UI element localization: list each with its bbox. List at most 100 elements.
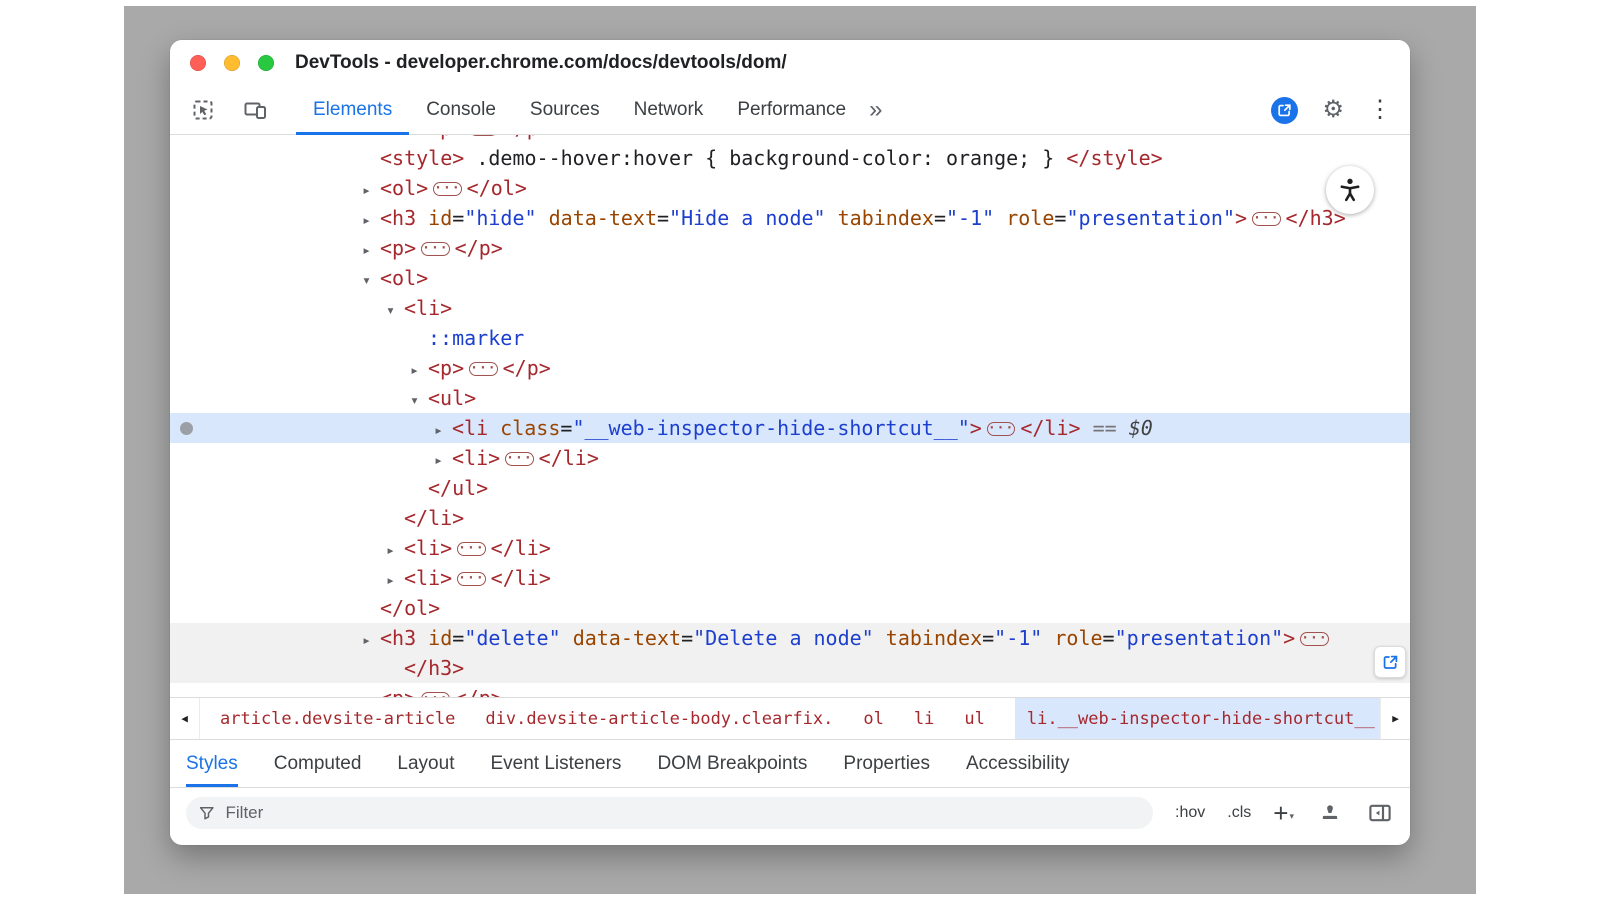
tree-row[interactable]: ▸<li class="__web-inspector-hide-shortcu… bbox=[170, 413, 1410, 443]
styles-filter-input[interactable] bbox=[224, 802, 1142, 824]
window-title: DevTools - developer.chrome.com/docs/dev… bbox=[295, 52, 787, 74]
devtools-menu-button[interactable]: ⋮ bbox=[1368, 98, 1392, 122]
sidebar-tab-event-listeners[interactable]: Event Listeners bbox=[490, 740, 621, 787]
expand-children-icon[interactable]: ··· bbox=[457, 572, 485, 586]
expand-children-icon[interactable]: ··· bbox=[1252, 212, 1280, 226]
element-classes-button[interactable]: .cls bbox=[1227, 804, 1251, 822]
breadcrumb-scroll-right-button[interactable]: ▶ bbox=[1380, 698, 1410, 739]
collapse-arrow-icon[interactable]: ▾ bbox=[410, 385, 428, 415]
breadcrumb-scroll-left-button[interactable]: ◀ bbox=[170, 698, 200, 739]
toolbar-left bbox=[186, 93, 272, 127]
sidebar-tabs: Styles Computed Layout Event Listeners DOM B… bbox=[170, 739, 1410, 788]
tab-performance[interactable]: Performance bbox=[720, 86, 863, 135]
minimize-window-button[interactable] bbox=[224, 55, 240, 71]
device-toolbar-button[interactable] bbox=[238, 93, 272, 127]
titlebar[interactable]: DevTools - developer.chrome.com/docs/dev… bbox=[170, 40, 1410, 86]
tree-row[interactable]: ▸<ol>···</ol> bbox=[170, 173, 1410, 203]
devtools-window: DevTools - developer.chrome.com/docs/dev… bbox=[170, 40, 1410, 845]
breadcrumb-item[interactable]: ol bbox=[863, 698, 883, 739]
tree-row[interactable]: ▸<p>···</p> bbox=[170, 135, 1410, 143]
tree-row[interactable]: ▾<ol> bbox=[170, 263, 1410, 293]
close-window-button[interactable] bbox=[190, 55, 206, 71]
extension-button[interactable] bbox=[1271, 97, 1298, 124]
toggle-sidebar-button[interactable] bbox=[1366, 799, 1394, 827]
tree-row[interactable]: ▸<p>···</p> bbox=[170, 353, 1410, 383]
window-controls bbox=[190, 40, 274, 86]
tree-row[interactable]: ::marker bbox=[170, 323, 1410, 353]
collapse-arrow-icon[interactable]: ▾ bbox=[362, 265, 380, 295]
expand-children-icon[interactable]: ··· bbox=[469, 362, 497, 376]
expand-children-icon[interactable]: ··· bbox=[505, 452, 533, 466]
expand-arrow-icon[interactable]: ▸ bbox=[362, 625, 380, 655]
breadcrumb-item[interactable]: article.devsite-article bbox=[220, 698, 455, 739]
toggle-element-state-button[interactable]: :hov bbox=[1175, 804, 1205, 822]
rendering-emulations-button[interactable] bbox=[1316, 799, 1344, 827]
expand-arrow-icon[interactable]: ▸ bbox=[434, 415, 452, 445]
expand-arrow-icon[interactable]: ▸ bbox=[386, 535, 404, 565]
expand-arrow-icon[interactable]: ▸ bbox=[362, 205, 380, 235]
device-toolbar-icon bbox=[243, 98, 267, 122]
collapse-arrow-icon[interactable]: ▾ bbox=[386, 295, 404, 325]
panel-tabs: ElementsConsoleSourcesNetworkPerformance bbox=[296, 86, 863, 135]
tree-row[interactable]: ▸<h3 id="hide" data-text="Hide a node" t… bbox=[170, 203, 1410, 233]
expand-children-icon[interactable]: ··· bbox=[457, 542, 485, 556]
floating-inspect-button[interactable] bbox=[1374, 646, 1406, 678]
expand-arrow-icon[interactable]: ▸ bbox=[362, 175, 380, 205]
expand-arrow-icon[interactable]: ▸ bbox=[386, 565, 404, 595]
marker-dot-icon bbox=[180, 422, 193, 435]
settings-button[interactable]: ⚙ bbox=[1322, 98, 1344, 122]
expand-arrow-icon[interactable]: ▸ bbox=[362, 685, 380, 697]
tree-row[interactable]: </li> bbox=[170, 503, 1410, 533]
plus-icon: + bbox=[1273, 800, 1288, 826]
expand-children-icon[interactable]: ··· bbox=[421, 692, 449, 698]
breadcrumb-item[interactable]: li.__web-inspector-hide-shortcut__ bbox=[1015, 698, 1380, 739]
expand-children-icon[interactable]: ··· bbox=[1300, 632, 1328, 646]
accessibility-overlay-button[interactable] bbox=[1326, 166, 1374, 214]
tree-row[interactable]: ▸<p>···</p> bbox=[170, 683, 1410, 697]
scroll-right-icon: ▶ bbox=[1392, 712, 1399, 725]
tab-elements[interactable]: Elements bbox=[296, 86, 409, 135]
styles-filter[interactable] bbox=[186, 797, 1153, 829]
tree-row[interactable]: ▸<p>···</p> bbox=[170, 233, 1410, 263]
breadcrumb-item[interactable]: div.devsite-article-body.clearfix. bbox=[485, 698, 833, 739]
inspect-element-button[interactable] bbox=[186, 93, 220, 127]
tree-row[interactable]: ▸<h3 id="delete" data-text="Delete a nod… bbox=[170, 623, 1410, 653]
sidebar-tab-layout[interactable]: Layout bbox=[397, 740, 454, 787]
sidebar-tab-accessibility[interactable]: Accessibility bbox=[966, 740, 1069, 787]
filter-funnel-icon bbox=[198, 804, 216, 822]
expand-arrow-icon[interactable]: ▸ bbox=[434, 445, 452, 475]
tree-row[interactable]: ▸<li>···</li> bbox=[170, 563, 1410, 593]
dom-tree[interactable]: ▸<p>···</p><style> .demo--hover:hover { … bbox=[170, 135, 1410, 697]
expand-children-icon[interactable]: ··· bbox=[433, 182, 461, 196]
tree-row[interactable]: ▸<li>···</li> bbox=[170, 533, 1410, 563]
tree-row[interactable]: </h3> bbox=[170, 653, 1410, 683]
breadcrumb-item[interactable]: ul bbox=[964, 698, 984, 739]
tab-console[interactable]: Console bbox=[409, 86, 513, 135]
new-style-rule-button[interactable]: +▾ bbox=[1273, 800, 1294, 826]
sidebar-tab-properties[interactable]: Properties bbox=[843, 740, 930, 787]
tree-row[interactable]: ▸<li>···</li> bbox=[170, 443, 1410, 473]
devtools-toolbar: ElementsConsoleSourcesNetworkPerformance… bbox=[170, 86, 1410, 135]
tab-network[interactable]: Network bbox=[617, 86, 721, 135]
expand-children-icon[interactable]: ··· bbox=[421, 242, 449, 256]
tab-sources[interactable]: Sources bbox=[513, 86, 617, 135]
accessibility-person-icon bbox=[1336, 176, 1364, 204]
expand-arrow-icon[interactable]: ▸ bbox=[410, 355, 428, 385]
stamp-icon bbox=[1319, 802, 1341, 824]
expand-arrow-icon[interactable]: ▸ bbox=[362, 235, 380, 265]
sidebar-tab-dom-breakpoints[interactable]: DOM Breakpoints bbox=[657, 740, 807, 787]
zoom-window-button[interactable] bbox=[258, 55, 274, 71]
tree-row[interactable]: ▾<ul> bbox=[170, 383, 1410, 413]
tree-row[interactable]: ▾<li> bbox=[170, 293, 1410, 323]
tree-row[interactable]: </ol> bbox=[170, 593, 1410, 623]
sidebar-tab-styles[interactable]: Styles bbox=[186, 740, 238, 787]
more-tabs-button[interactable]: » bbox=[869, 98, 882, 122]
breadcrumb-item[interactable]: li bbox=[914, 698, 934, 739]
tree-row[interactable]: <style> .demo--hover:hover { background-… bbox=[170, 143, 1410, 173]
tree-row[interactable]: </ul> bbox=[170, 473, 1410, 503]
chevron-down-icon: ▾ bbox=[1289, 812, 1294, 821]
sidebar-tab-computed[interactable]: Computed bbox=[274, 740, 362, 787]
gear-icon: ⚙ bbox=[1322, 96, 1344, 123]
expand-children-icon[interactable]: ··· bbox=[987, 422, 1015, 436]
expand-children-icon[interactable]: ··· bbox=[469, 135, 497, 136]
